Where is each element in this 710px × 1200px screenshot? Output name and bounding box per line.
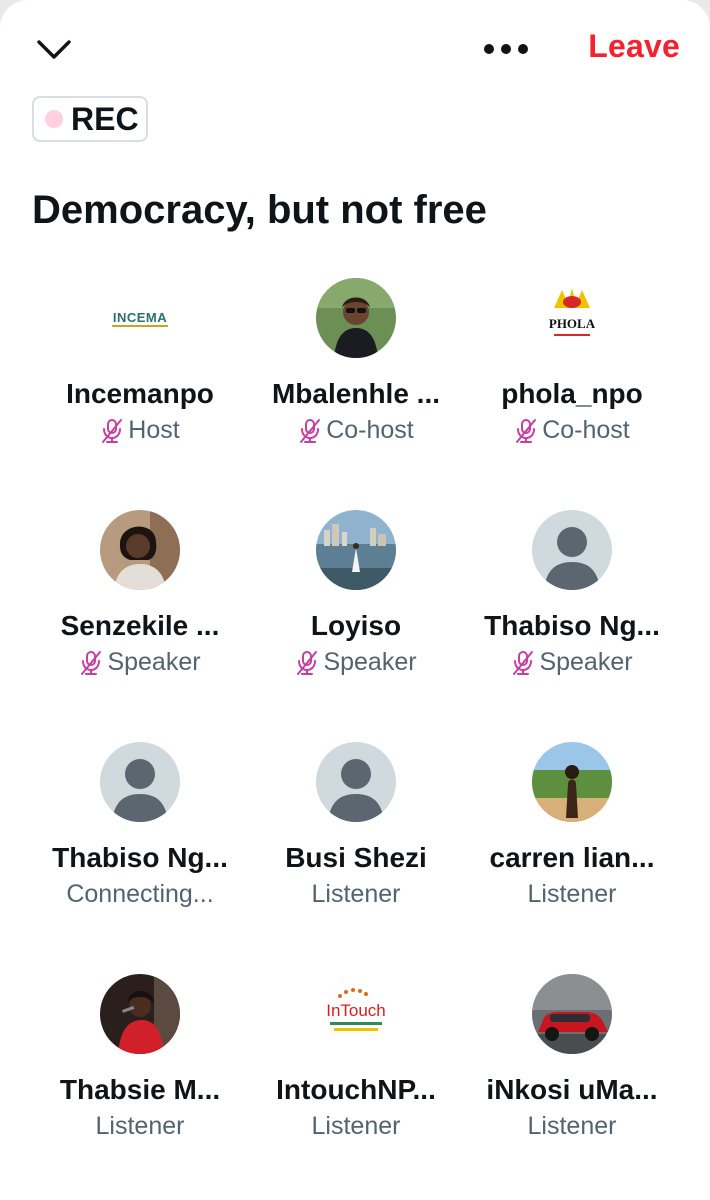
svg-text:PHOLA: PHOLA — [549, 316, 596, 331]
role-label: Co-host — [542, 416, 630, 444]
participant-name: Thabsie M... — [59, 1074, 221, 1105]
svg-text:InTouch: InTouch — [326, 1001, 386, 1020]
role-label: Listener — [527, 1112, 617, 1140]
avatar — [316, 278, 396, 358]
recording-label: REC — [71, 100, 139, 137]
participant-role: Connecting... — [66, 880, 213, 909]
role-label: Listener — [95, 1112, 185, 1140]
participant-name: iNkosi uMa... — [486, 1074, 658, 1105]
space-title: Democracy, but not free — [32, 188, 487, 232]
role-label: Co-host — [326, 416, 414, 444]
mic-muted-icon — [102, 418, 123, 443]
avatar — [316, 742, 396, 822]
avatar — [316, 510, 396, 590]
avatar — [100, 742, 180, 822]
participant-role: Host — [100, 416, 180, 445]
svg-text:INCEMA: INCEMA — [113, 310, 167, 325]
participant-card[interactable]: INCEMA Incemanpo Host — [32, 270, 248, 450]
participant-name: Thabiso Ng... — [52, 842, 228, 873]
participant-name: Incemanpo — [66, 378, 214, 409]
participant-role: Speaker — [511, 648, 633, 677]
mic-muted-icon — [516, 418, 537, 443]
avatar — [532, 742, 612, 822]
recording-dot-icon — [45, 110, 63, 128]
participant-card[interactable]: carren lian... Listener — [464, 734, 680, 914]
mic-muted-icon — [300, 418, 321, 443]
participant-role: Listener — [528, 1112, 617, 1141]
participant-name: Mbalenhle ... — [271, 378, 441, 409]
role-label: Speaker — [107, 648, 201, 676]
avatar — [532, 974, 612, 1054]
chevron-down-icon — [37, 40, 71, 59]
participant-role: Listener — [312, 1112, 401, 1141]
avatar: INCEMA — [100, 278, 180, 358]
recording-badge: REC — [32, 96, 148, 142]
participant-card[interactable]: Thabiso Ng... Speaker — [464, 502, 680, 682]
avatar: PHOLA — [532, 278, 612, 358]
collapse-button[interactable] — [34, 34, 74, 66]
role-label: Listener — [311, 1112, 401, 1140]
participant-card[interactable]: Senzekile ... Speaker — [32, 502, 248, 682]
participant-role: Speaker — [295, 648, 417, 677]
participant-name: IntouchNP... — [276, 1074, 436, 1105]
participant-name: phola_npo — [501, 378, 643, 409]
mic-muted-icon — [81, 650, 102, 675]
participant-card[interactable]: iNkosi uMa... Listener — [464, 966, 680, 1146]
participant-role: Co-host — [514, 416, 630, 445]
participant-name: Thabiso Ng... — [484, 610, 660, 641]
participant-name: Busi Shezi — [285, 842, 427, 873]
participant-card[interactable]: Busi Shezi Listener — [248, 734, 464, 914]
role-label: Speaker — [539, 648, 633, 676]
role-label: Listener — [311, 880, 401, 908]
role-label: Connecting... — [66, 880, 214, 908]
participant-card[interactable]: Mbalenhle ... Co-host — [248, 270, 464, 450]
avatar — [532, 510, 612, 590]
more-dots-icon — [484, 44, 528, 54]
participant-role: Listener — [528, 880, 617, 909]
participant-role: Speaker — [79, 648, 201, 677]
participant-role: Co-host — [298, 416, 414, 445]
role-label: Host — [128, 416, 180, 444]
participant-name: Senzekile ... — [60, 610, 220, 641]
participant-card[interactable]: Loyiso Speaker — [248, 502, 464, 682]
participant-name: Loyiso — [310, 610, 402, 641]
participant-card[interactable]: PHOLA phola_npo Co-host — [464, 270, 680, 450]
avatar — [100, 510, 180, 590]
top-bar: Leave — [0, 0, 710, 100]
participant-name: carren lian... — [489, 842, 655, 873]
participant-card[interactable]: Thabsie M... Listener — [32, 966, 248, 1146]
participant-role: Listener — [96, 1112, 185, 1141]
role-label: Listener — [527, 880, 617, 908]
participant-card[interactable]: InTouch IntouchNP... Listener — [248, 966, 464, 1146]
avatar: InTouch — [316, 974, 396, 1054]
participant-role: Listener — [312, 880, 401, 909]
mic-muted-icon — [297, 650, 318, 675]
participant-card[interactable]: Thabiso Ng... Connecting... — [32, 734, 248, 914]
space-sheet: Leave REC Democracy, but not free INCEMA… — [0, 0, 710, 1200]
more-options-button[interactable] — [480, 36, 532, 62]
avatar — [100, 974, 180, 1054]
mic-muted-icon — [513, 650, 534, 675]
role-label: Speaker — [323, 648, 417, 676]
leave-button[interactable]: Leave — [588, 28, 680, 65]
